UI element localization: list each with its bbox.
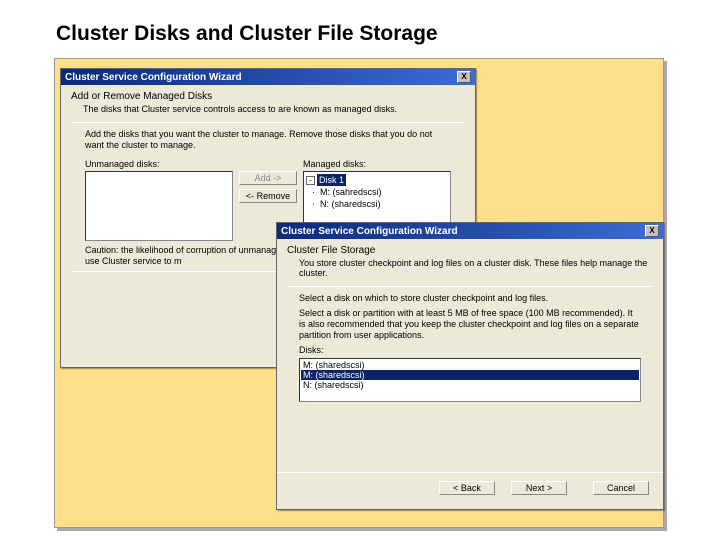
tree-child[interactable]: N: (sharedscsi) [320,198,448,210]
window-title: Cluster Service Configuration Wizard [65,72,242,83]
window-title: Cluster Service Configuration Wizard [281,226,458,237]
disks-label: Disks: [299,345,641,356]
button-bar: < Back Next > Cancel [277,472,663,503]
collapse-icon[interactable]: - [306,176,315,185]
tree-child[interactable]: M: (sahredscsi) [320,186,448,198]
instruction-2: Select a disk or partition with at least… [299,308,641,341]
cancel-button[interactable]: Cancel [593,481,649,495]
titlebar[interactable]: Cluster Service Configuration Wizard X [277,223,663,239]
page-subheading: You store cluster checkpoint and log fil… [299,258,653,278]
close-icon[interactable]: X [457,71,471,83]
titlebar[interactable]: Cluster Service Configuration Wizard X [61,69,475,85]
wizard-window-file-storage: Cluster Service Configuration Wizard X C… [276,222,664,510]
page-heading: Cluster File Storage [287,245,653,256]
unmanaged-label: Unmanaged disks: [85,159,233,169]
next-button[interactable]: Next > [511,481,567,495]
add-button[interactable]: Add -> [239,171,297,185]
instruction-text: Add the disks that you want the cluster … [85,129,451,151]
unmanaged-disks-listbox[interactable] [85,171,233,241]
divider [71,122,465,123]
managed-label: Managed disks: [303,159,451,169]
tree-root[interactable]: -Disk 1 [306,174,448,186]
remove-button[interactable]: <- Remove [239,189,297,203]
disks-listbox[interactable]: M: (sharedscsi) M: (sharedscsi) N: (shar… [299,358,641,402]
page-subheading: The disks that Cluster service controls … [83,104,465,114]
instruction-1: Select a disk on which to store cluster … [299,293,641,304]
back-button[interactable]: < Back [439,481,495,495]
list-item-selected[interactable]: M: (sharedscsi) [301,370,639,380]
page-heading: Add or Remove Managed Disks [71,91,465,102]
list-item[interactable]: M: (sharedscsi) [301,360,639,370]
divider [287,286,653,287]
list-item[interactable]: N: (sharedscsi) [301,380,639,390]
slide-title: Cluster Disks and Cluster File Storage [56,22,438,46]
close-icon[interactable]: X [645,225,659,237]
